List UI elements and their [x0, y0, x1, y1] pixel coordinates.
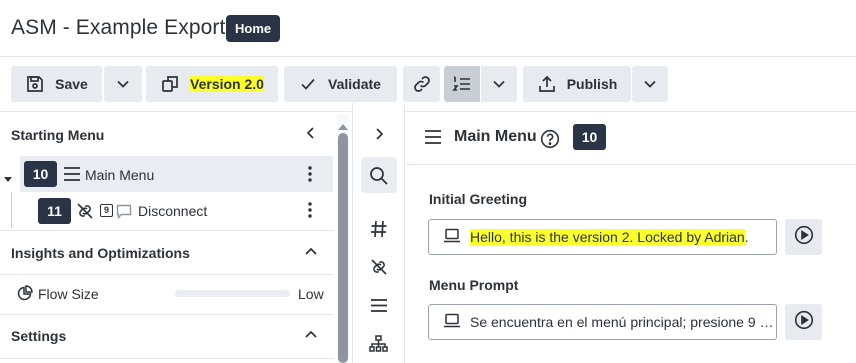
- save-icon: [25, 74, 45, 94]
- validate-label: Validate: [328, 76, 381, 92]
- play-greeting-button[interactable]: [785, 219, 822, 255]
- settings-section-title[interactable]: Settings: [11, 328, 66, 344]
- app-title: ASM - Example Export: [11, 16, 226, 39]
- starting-menu-title: Starting Menu: [11, 127, 105, 143]
- menu-prompt-text: Se encuentra en el menú principal; presi…: [470, 314, 776, 330]
- unlink-icon: [76, 203, 94, 224]
- chevron-down-icon: [492, 77, 506, 91]
- menu-lines-icon: [424, 129, 442, 150]
- publish-button[interactable]: Publish: [523, 66, 631, 102]
- header-divider: [0, 56, 856, 57]
- menu-lines-icon: [63, 166, 81, 187]
- scrollbar-thumb[interactable]: [338, 133, 348, 363]
- sitemap-icon[interactable]: [369, 335, 388, 357]
- laptop-icon: [443, 313, 461, 331]
- section-divider: [0, 274, 334, 275]
- digit-badge-text: 9: [100, 204, 113, 217]
- menu-prompt-field[interactable]: Se encuentra en el menú principal; presi…: [428, 304, 777, 340]
- version-button[interactable]: Version 2.0: [146, 66, 278, 102]
- link-button[interactable]: [403, 66, 440, 102]
- collapse-panel-button[interactable]: [303, 125, 319, 146]
- home-badge[interactable]: Home: [226, 15, 281, 42]
- chevron-down-icon: [643, 77, 657, 91]
- tree-item-label: Main Menu: [85, 167, 155, 183]
- menu-number-badge: 11: [38, 198, 71, 224]
- flow-size-label: Flow Size: [38, 286, 99, 302]
- initial-greeting-suffix: .: [744, 229, 749, 245]
- toolbar-divider: [0, 111, 856, 112]
- help-icon[interactable]: [540, 129, 560, 154]
- chevron-up-icon[interactable]: [303, 327, 319, 348]
- panel-title: Main Menu: [454, 128, 537, 145]
- version-label: Version 2.0: [190, 76, 264, 92]
- publish-label: Publish: [566, 76, 618, 92]
- expand-caret-icon[interactable]: [4, 170, 13, 188]
- initial-greeting-field[interactable]: Hello, this is the version 2. Locked by …: [428, 219, 777, 255]
- tree-item-label[interactable]: Disconnect: [138, 203, 207, 219]
- save-label: Save: [55, 76, 88, 92]
- numbered-list-icon: [452, 74, 472, 94]
- check-icon: [300, 76, 316, 92]
- panel-divider: [406, 164, 856, 165]
- section-divider: [0, 358, 334, 359]
- menu-prompt-label: Menu Prompt: [429, 277, 519, 293]
- play-icon: [794, 310, 814, 335]
- save-button[interactable]: Save: [11, 66, 102, 102]
- search-icon[interactable]: [369, 166, 388, 190]
- upload-icon: [537, 74, 557, 94]
- initial-greeting-label: Initial Greeting: [429, 191, 528, 207]
- chevron-up-icon[interactable]: [303, 244, 319, 265]
- section-divider: [0, 314, 334, 315]
- comment-icon: [116, 204, 132, 224]
- kebab-menu-icon[interactable]: [306, 201, 314, 224]
- tree-connector: [11, 192, 12, 228]
- initial-greeting-text: Hello, this is the version 2. Locked by …: [470, 229, 745, 245]
- section-divider: [0, 230, 334, 231]
- menu-number-badge: 10: [573, 124, 606, 150]
- laptop-icon: [443, 228, 461, 246]
- menu-number-badge: 10: [24, 161, 57, 187]
- play-icon: [794, 225, 814, 250]
- play-prompt-button[interactable]: [785, 304, 822, 340]
- flow-size-value: Low: [298, 286, 324, 302]
- insights-section-title[interactable]: Insights and Optimizations: [11, 245, 190, 261]
- copy-icon: [160, 74, 180, 94]
- chevron-right-icon[interactable]: [371, 126, 387, 147]
- chevron-left-icon: [303, 127, 319, 145]
- hash-icon[interactable]: [370, 220, 388, 243]
- numbering-toggle-button[interactable]: [444, 66, 480, 102]
- unlink-icon[interactable]: [370, 259, 388, 280]
- numbering-dropdown-button[interactable]: [481, 66, 517, 102]
- digit-badge-icon: 9: [100, 204, 113, 217]
- kebab-menu-icon[interactable]: [306, 165, 314, 188]
- link-icon: [412, 74, 432, 94]
- flow-size-bar: [175, 290, 290, 297]
- validate-button[interactable]: Validate: [284, 66, 397, 102]
- list-icon[interactable]: [370, 298, 388, 318]
- pie-chart-icon: [16, 285, 33, 307]
- chevron-down-icon: [116, 77, 130, 91]
- save-dropdown-button[interactable]: [104, 66, 142, 102]
- publish-dropdown-button[interactable]: [632, 66, 668, 102]
